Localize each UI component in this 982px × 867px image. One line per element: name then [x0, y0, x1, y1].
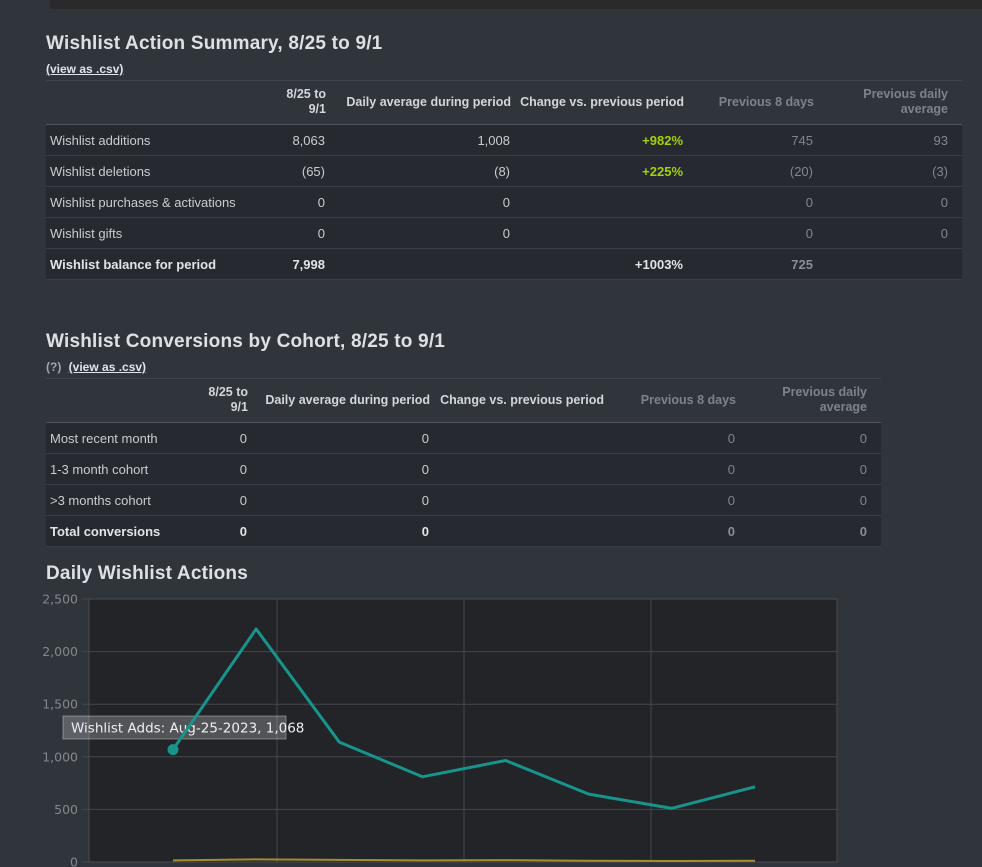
cell-change — [511, 187, 684, 218]
cell-change — [430, 454, 604, 485]
cohort-col-prev8: Previous 8 days — [604, 379, 736, 423]
hovered-point-marker — [168, 744, 179, 755]
cell-daily-avg: 0 — [248, 454, 430, 485]
table-row: Wishlist deletions (65) (8) +225% (20) (… — [46, 156, 962, 187]
y-axis-label: 1,000 — [42, 749, 78, 764]
cell-period: 8,063 — [266, 125, 326, 156]
row-label: Wishlist additions — [46, 125, 266, 156]
cell-period: 0 — [188, 516, 248, 547]
cell-period: 0 — [188, 485, 248, 516]
summary-col-prev8: Previous 8 days — [684, 81, 814, 125]
cell-prev-daily: 0 — [736, 516, 881, 547]
table-row-total: Wishlist balance for period 7,998 +1003%… — [46, 249, 962, 280]
wishlist-conversions-section: Wishlist Conversions by Cohort, 8/25 to … — [46, 331, 881, 547]
cohort-col-change: Change vs. previous period — [430, 379, 604, 423]
cell-prev8: 0 — [604, 516, 736, 547]
cohort-header-row: 8/25 to 9/1 Daily average during period … — [46, 379, 881, 423]
top-divider-strip — [50, 0, 982, 9]
row-label: Wishlist deletions — [46, 156, 266, 187]
cell-prev8: 0 — [684, 218, 814, 249]
summary-col-period: 8/25 to 9/1 — [266, 81, 326, 125]
cell-period: 7,998 — [266, 249, 326, 280]
cell-daily-avg: 0 — [248, 485, 430, 516]
cell-change — [430, 485, 604, 516]
chart-title: Daily Wishlist Actions — [46, 563, 248, 585]
table-row-total: Total conversions 0 0 0 0 — [46, 516, 881, 547]
table-row: Wishlist gifts 0 0 0 0 — [46, 218, 962, 249]
cell-prev-daily: (3) — [814, 156, 962, 187]
row-label: Most recent month — [46, 423, 188, 454]
y-axis-label: 500 — [54, 802, 78, 817]
summary-col-prev-daily: Previous daily average — [814, 81, 962, 125]
cell-period: 0 — [266, 218, 326, 249]
summary-header-row: 8/25 to 9/1 Daily average during period … — [46, 81, 962, 125]
row-label: 1-3 month cohort — [46, 454, 188, 485]
cohort-view-as-csv-link[interactable]: (view as .csv) — [69, 360, 146, 374]
cell-prev8: 725 — [684, 249, 814, 280]
cohort-help-link[interactable]: (?) — [46, 360, 61, 374]
cell-daily-avg — [326, 249, 511, 280]
row-label: Wishlist gifts — [46, 218, 266, 249]
cell-change: +1003% — [511, 249, 684, 280]
cell-change: +982% — [511, 125, 684, 156]
y-axis-label: 1,500 — [42, 697, 78, 712]
cohort-csv-row: (?) (view as .csv) — [46, 360, 881, 379]
table-row: Wishlist purchases & activations 0 0 0 0 — [46, 187, 962, 218]
row-label: >3 months cohort — [46, 485, 188, 516]
y-axis-label: 2,500 — [42, 592, 78, 607]
summary-view-as-csv-link[interactable]: (view as .csv) — [46, 62, 123, 76]
cell-prev8: 0 — [604, 454, 736, 485]
daily-wishlist-actions-section: Daily Wishlist Actions — [46, 563, 248, 585]
y-axis-label: 2,000 — [42, 644, 78, 659]
cohort-section-title: Wishlist Conversions by Cohort, 8/25 to … — [46, 331, 881, 353]
cell-prev8: 0 — [604, 423, 736, 454]
cell-period: (65) — [266, 156, 326, 187]
summary-col-daily-avg: Daily average during period — [326, 81, 511, 125]
cell-prev-daily — [814, 249, 962, 280]
cohort-col-daily-avg: Daily average during period — [248, 379, 430, 423]
cell-period: 0 — [188, 454, 248, 485]
y-axis-label: 0 — [70, 855, 78, 867]
summary-table: 8/25 to 9/1 Daily average during period … — [46, 81, 962, 280]
summary-section-title: Wishlist Action Summary, 8/25 to 9/1 — [46, 33, 962, 55]
cohort-table: 8/25 to 9/1 Daily average during period … — [46, 379, 881, 547]
row-label: Wishlist purchases & activations — [46, 187, 266, 218]
cell-daily-avg: (8) — [326, 156, 511, 187]
table-row: >3 months cohort 0 0 0 0 — [46, 485, 881, 516]
cohort-col-prev-daily: Previous daily average — [736, 379, 881, 423]
summary-col-label — [46, 81, 266, 125]
daily-wishlist-chart[interactable]: 05001,0001,5002,0002,500Wishlist Adds: A… — [0, 588, 982, 867]
wishlist-action-summary-section: Wishlist Action Summary, 8/25 to 9/1 (vi… — [46, 33, 962, 280]
cell-prev8: 745 — [684, 125, 814, 156]
table-row: Wishlist additions 8,063 1,008 +982% 745… — [46, 125, 962, 156]
cell-change — [511, 218, 684, 249]
cell-prev-daily: 0 — [736, 485, 881, 516]
cell-period: 0 — [188, 423, 248, 454]
cell-prev-daily: 0 — [736, 423, 881, 454]
row-label: Wishlist balance for period — [46, 249, 266, 280]
cell-daily-avg: 1,008 — [326, 125, 511, 156]
cell-change: +225% — [511, 156, 684, 187]
cohort-col-label — [46, 379, 188, 423]
cell-prev-daily: 0 — [814, 218, 962, 249]
cell-change — [430, 516, 604, 547]
cell-prev-daily: 93 — [814, 125, 962, 156]
cell-prev8: (20) — [684, 156, 814, 187]
table-row: Most recent month 0 0 0 0 — [46, 423, 881, 454]
summary-col-change: Change vs. previous period — [511, 81, 684, 125]
cohort-col-period: 8/25 to 9/1 — [188, 379, 248, 423]
table-row: 1-3 month cohort 0 0 0 0 — [46, 454, 881, 485]
cell-daily-avg: 0 — [326, 218, 511, 249]
summary-csv-row: (view as .csv) — [46, 62, 962, 81]
cell-daily-avg: 0 — [248, 516, 430, 547]
cell-prev8: 0 — [684, 187, 814, 218]
cell-prev-daily: 0 — [814, 187, 962, 218]
cell-prev-daily: 0 — [736, 454, 881, 485]
cell-prev8: 0 — [604, 485, 736, 516]
cell-change — [430, 423, 604, 454]
cell-period: 0 — [266, 187, 326, 218]
row-label: Total conversions — [46, 516, 188, 547]
cell-daily-avg: 0 — [248, 423, 430, 454]
cell-daily-avg: 0 — [326, 187, 511, 218]
